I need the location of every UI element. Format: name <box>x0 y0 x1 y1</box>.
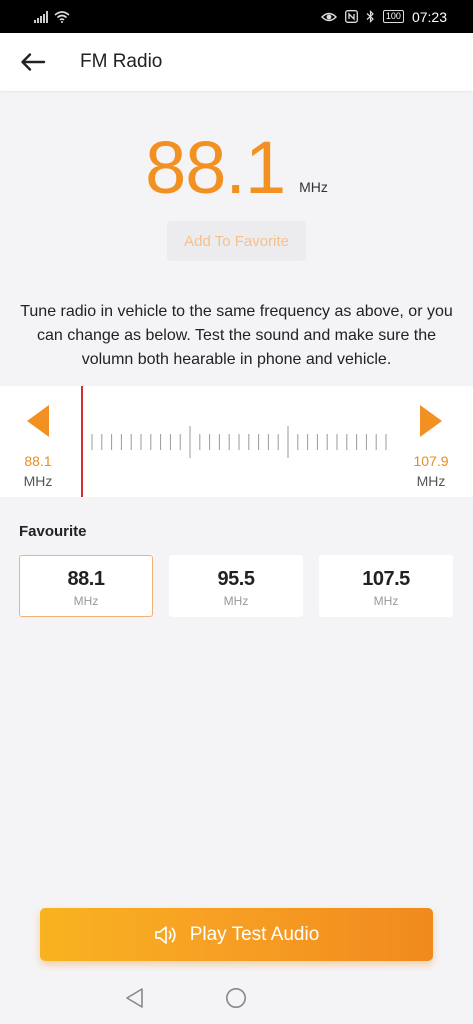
favourite-value: 107.5 <box>362 568 410 590</box>
nav-home-icon[interactable] <box>225 987 247 1009</box>
nav-back-icon[interactable] <box>124 987 146 1009</box>
range-min-label: 88.1 MHz <box>13 453 63 489</box>
signal-icon <box>34 10 48 23</box>
favourite-card-3[interactable]: 107.5 MHz <box>319 555 453 617</box>
frequency-tuner[interactable]: 88.1 MHz 107.9 MHz <box>0 386 473 497</box>
system-nav-bar <box>0 972 473 1024</box>
page-title: FM Radio <box>80 51 163 72</box>
range-min-unit: MHz <box>23 473 53 489</box>
tune-down-arrow-icon[interactable] <box>25 404 51 438</box>
add-to-favorite-button[interactable]: Add To Favorite <box>167 221 306 261</box>
favourite-value: 88.1 <box>67 568 105 590</box>
frequency-indicator[interactable] <box>81 386 83 497</box>
speaker-icon <box>154 925 176 944</box>
frequency-display: 88.1 MHz <box>0 125 473 205</box>
favourite-unit: MHz <box>223 594 249 608</box>
favourite-title: Favourite <box>19 523 87 540</box>
play-button-label: Play Test Audio <box>189 923 320 945</box>
back-arrow-icon[interactable] <box>20 52 46 72</box>
wifi-icon <box>54 10 70 23</box>
range-min-value: 88.1 <box>24 453 52 469</box>
status-right: 100 07:23 <box>320 8 447 25</box>
bluetooth-icon <box>366 10 374 23</box>
eye-icon <box>320 12 337 21</box>
favourite-value: 95.5 <box>217 568 255 590</box>
favourite-card-1[interactable]: 88.1 MHz <box>19 555 153 617</box>
nfc-icon <box>344 10 358 23</box>
battery-icon: 100 <box>382 10 404 23</box>
tuning-description: Tune radio in vehicle to the same freque… <box>20 303 453 368</box>
frequency-value: 88.1 <box>145 126 286 209</box>
play-test-audio-button[interactable]: Play Test Audio <box>40 908 433 961</box>
clock: 07:23 <box>411 8 447 25</box>
frequency-scale[interactable] <box>89 424 389 460</box>
tune-up-arrow-icon[interactable] <box>418 404 444 438</box>
range-max-unit: MHz <box>416 473 446 489</box>
favourite-unit: MHz <box>73 594 99 608</box>
range-max-label: 107.9 MHz <box>406 453 456 489</box>
status-left <box>34 10 70 23</box>
range-max-value: 107.9 <box>413 453 449 469</box>
favourite-unit: MHz <box>373 594 399 608</box>
app-header: FM Radio <box>0 33 473 91</box>
frequency-unit: MHz <box>299 179 328 195</box>
status-bar: 100 07:23 <box>0 0 473 33</box>
favourite-card-2[interactable]: 95.5 MHz <box>169 555 303 617</box>
